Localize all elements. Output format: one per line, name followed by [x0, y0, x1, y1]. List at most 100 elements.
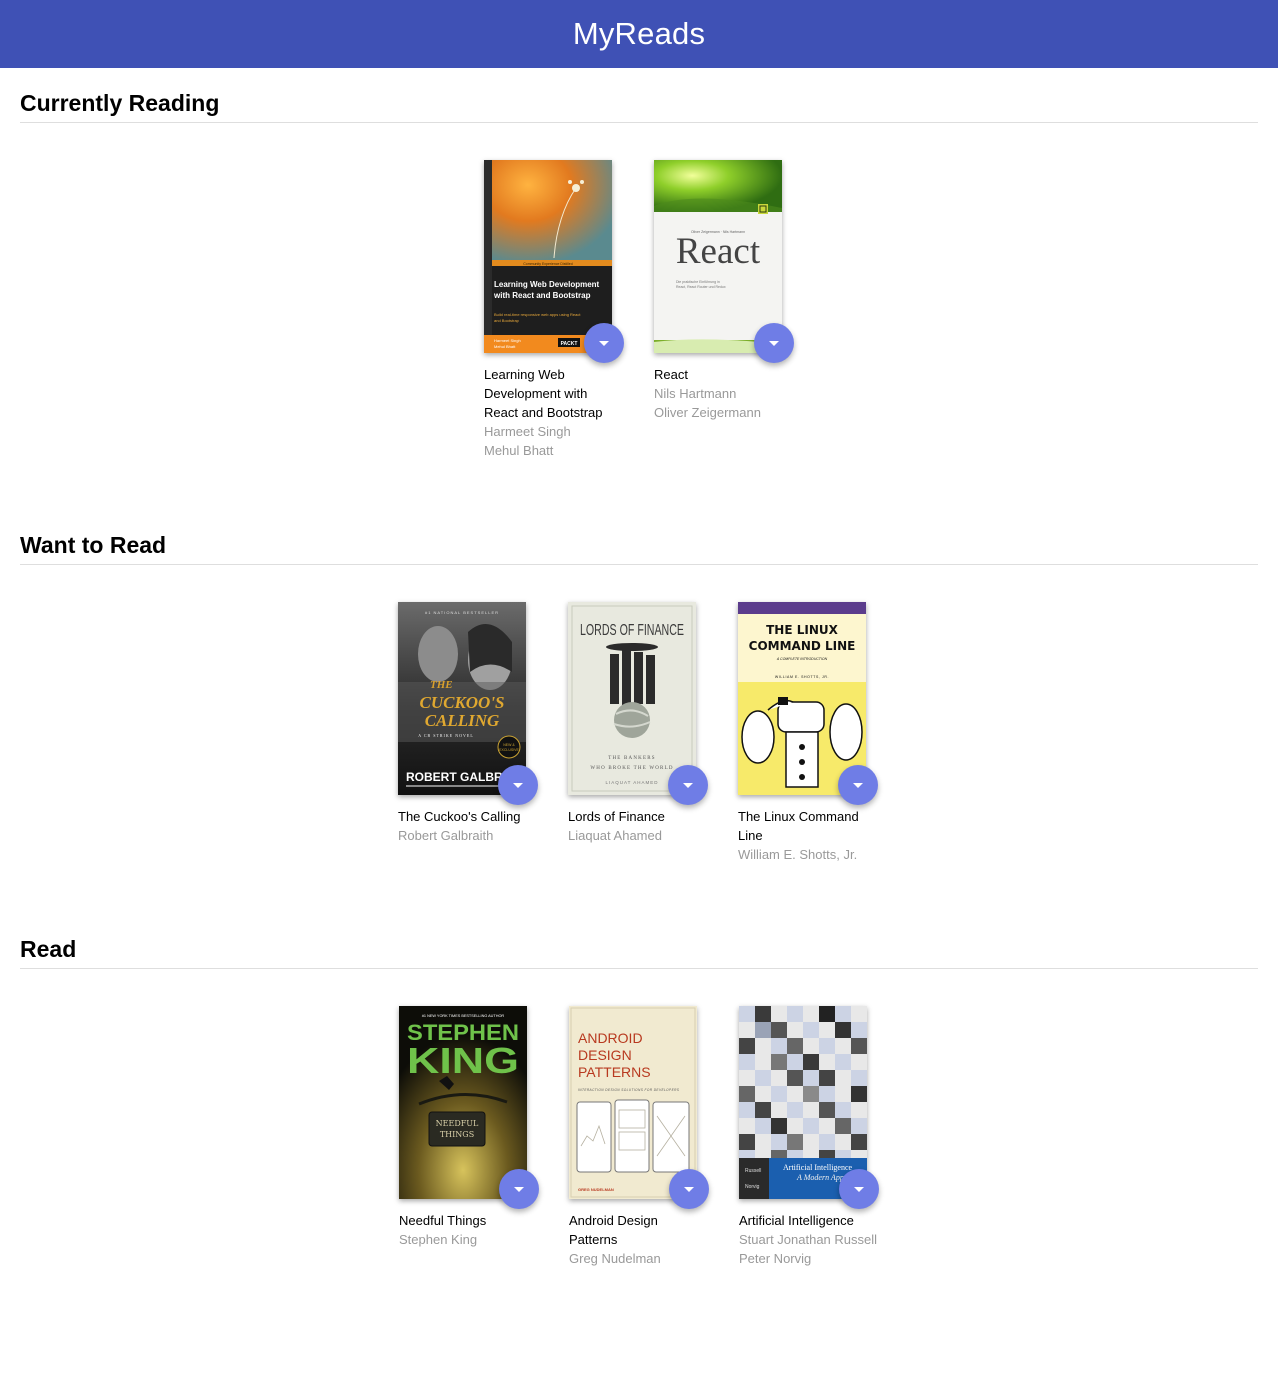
shelf-read: Read #1 NEW YORK TIMES BESTSELLING AUTHO…: [20, 934, 1258, 1266]
book-top: #1 NEW YORK TIMES BESTSELLING AUTHOR STE…: [399, 1006, 539, 1209]
book-title: Android Design Patterns: [569, 1213, 658, 1247]
svg-text:CUCKOO'S: CUCKOO'S: [419, 693, 504, 712]
shelf-changer-button[interactable]: [754, 323, 794, 363]
book-cover-image[interactable]: LORDS OF FINANCE THE BANKERS WHO BROKE T…: [568, 602, 696, 795]
svg-text:ANDROID: ANDROID: [578, 1030, 643, 1046]
book-top: Oliver Zeigermann · Nils Hartmann React …: [654, 160, 794, 363]
arrow-down-icon: [769, 340, 779, 346]
svg-text:EXCLUSIVE: EXCLUSIVE: [499, 748, 519, 752]
shelf-changer-button[interactable]: [839, 1169, 879, 1209]
book-title: The Linux Command Line: [738, 809, 859, 843]
arrow-down-icon: [514, 1186, 524, 1192]
svg-text:#1 NEW YORK TIMES BESTSELLING: #1 NEW YORK TIMES BESTSELLING AUTHOR: [422, 1014, 505, 1018]
svg-text:GREG NUDELMAN: GREG NUDELMAN: [578, 1187, 614, 1192]
svg-text:LIAQUAT AHAMED: LIAQUAT AHAMED: [605, 780, 658, 785]
book-item: #1 NEW YORK TIMES BESTSELLING AUTHOR STE…: [399, 1006, 539, 1249]
svg-text:WHO BROKE THE WORLD: WHO BROKE THE WORLD: [590, 766, 673, 771]
book-cover-image[interactable]: THE LINUX COMMAND LINE A COMPLETE INTROD…: [738, 602, 866, 795]
svg-text:A Modern App: A Modern App: [796, 1173, 844, 1182]
arrow-down-icon: [513, 782, 523, 788]
svg-text:PATTERNS: PATTERNS: [578, 1064, 651, 1080]
book-cover-image[interactable]: Russell Norvig Artificial Intelligence A…: [739, 1006, 867, 1199]
arrow-down-icon: [853, 782, 863, 788]
shelf-currently-reading: Currently Reading Community Experience D…: [20, 88, 1258, 458]
book-author: Nils Hartmann: [654, 386, 737, 401]
svg-text:with React and Bootstrap: with React and Bootstrap: [493, 291, 591, 300]
svg-text:NEEDFUL: NEEDFUL: [436, 1119, 479, 1128]
svg-text:Die praktische Einführung in: Die praktische Einführung in: [676, 280, 720, 284]
svg-text:React, React Router und Redux: React, React Router und Redux: [676, 285, 726, 289]
svg-text:Learning Web Development: Learning Web Development: [494, 280, 600, 289]
svg-text:Artificial Intelligence: Artificial Intelligence: [783, 1163, 853, 1172]
svg-text:and Bootstrap: and Bootstrap: [494, 318, 520, 323]
shelf-changer-button[interactable]: [668, 765, 708, 805]
svg-text:Harmeet Singh: Harmeet Singh: [494, 338, 521, 343]
arrow-down-icon: [854, 1186, 864, 1192]
book-cover-image[interactable]: Community Experience Distilled Learning …: [484, 160, 612, 353]
book-author: Stephen King: [399, 1232, 478, 1247]
book-title: React: [654, 367, 688, 382]
book-item: #1 NATIONAL BESTSELLER THE CUCKOO'S CALL…: [398, 602, 538, 845]
book-top: ANDROID DESIGN PATTERNS INTERACTION DESI…: [569, 1006, 709, 1209]
svg-text:CALLING: CALLING: [425, 711, 500, 730]
app-header: MyReads: [0, 0, 1278, 68]
shelf-changer-button[interactable]: [584, 323, 624, 363]
book-author: Liaquat Ahamed: [568, 828, 662, 843]
book-author: Harmeet Singh: [484, 424, 571, 439]
svg-text:A CB STRIKE NOVEL: A CB STRIKE NOVEL: [418, 733, 474, 738]
book-title: The Cuckoo's Calling: [398, 809, 521, 824]
shelf-title: Currently Reading: [20, 88, 1258, 123]
book-title: Artificial Intelligence: [739, 1213, 854, 1228]
shelf-changer-button[interactable]: [838, 765, 878, 805]
book-author: Greg Nudelman: [569, 1251, 661, 1266]
svg-text:Community Experience Distill: Community Experience Distilled: [523, 262, 572, 266]
arrow-down-icon: [684, 1186, 694, 1192]
svg-text:NEW &: NEW &: [503, 743, 515, 747]
svg-text:COMMAND LINE: COMMAND LINE: [749, 639, 856, 653]
shelf-title: Read: [20, 934, 1258, 969]
book-author: William E. Shotts, Jr.: [738, 847, 858, 862]
book-top: THE LINUX COMMAND LINE A COMPLETE INTROD…: [738, 602, 878, 805]
book-author: Mehul Bhatt: [484, 443, 554, 458]
arrow-down-icon: [683, 782, 693, 788]
book-item: Russell Norvig Artificial Intelligence A…: [739, 1006, 879, 1268]
shelf-changer-button[interactable]: [669, 1169, 709, 1209]
book-item: ANDROID DESIGN PATTERNS INTERACTION DESI…: [569, 1006, 709, 1268]
svg-text:WILLIAM E. SHOTTS, JR.: WILLIAM E. SHOTTS, JR.: [775, 675, 829, 679]
shelf-changer-button[interactable]: [499, 1169, 539, 1209]
book-cover-image[interactable]: Oliver Zeigermann · Nils Hartmann React …: [654, 160, 782, 353]
book-author: Oliver Zeigermann: [654, 405, 761, 420]
book-item: THE LINUX COMMAND LINE A COMPLETE INTROD…: [738, 602, 878, 864]
book-top: #1 NATIONAL BESTSELLER THE CUCKOO'S CALL…: [398, 602, 538, 805]
book-author: Peter Norvig: [739, 1251, 812, 1266]
book-author: Stuart Jonathan Russell: [739, 1232, 878, 1247]
svg-text:Build real-time responsive web: Build real-time responsive web apps usin…: [494, 312, 581, 317]
shelf-title: Want to Read: [20, 530, 1258, 565]
shelf-changer-button[interactable]: [498, 765, 538, 805]
book-item: LORDS OF FINANCE THE BANKERS WHO BROKE T…: [568, 602, 708, 845]
app-title: MyReads: [572, 16, 706, 51]
book-cover-image[interactable]: ANDROID DESIGN PATTERNS INTERACTION DESI…: [569, 1006, 697, 1199]
svg-text:Mehul Bhatt: Mehul Bhatt: [494, 344, 516, 349]
book-item: Community Experience Distilled Learning …: [484, 160, 624, 460]
book-item: Oliver Zeigermann · Nils Hartmann React …: [654, 160, 794, 422]
book-title: Needful Things: [399, 1213, 487, 1228]
book-cover-image[interactable]: #1 NEW YORK TIMES BESTSELLING AUTHOR STE…: [399, 1006, 527, 1199]
arrow-down-icon: [599, 340, 609, 346]
book-top: Russell Norvig Artificial Intelligence A…: [739, 1006, 879, 1209]
svg-text:THE BANKERS: THE BANKERS: [608, 756, 656, 761]
book-title: Lords of Finance: [568, 809, 665, 824]
svg-text:THE LINUX: THE LINUX: [766, 623, 839, 637]
book-top: Community Experience Distilled Learning …: [484, 160, 624, 363]
svg-text:Russell: Russell: [745, 1168, 761, 1174]
book-title: Learning Web Development with React and …: [484, 367, 603, 420]
svg-text:Norvig: Norvig: [745, 1184, 760, 1190]
book-cover-image[interactable]: #1 NATIONAL BESTSELLER THE CUCKOO'S CALL…: [398, 602, 526, 795]
svg-text:LORDS OF FINANCE: LORDS OF FINANCE: [580, 622, 684, 639]
book-top: LORDS OF FINANCE THE BANKERS WHO BROKE T…: [568, 602, 708, 805]
book-author: Robert Galbraith: [398, 828, 494, 843]
svg-text:THINGS: THINGS: [440, 1130, 474, 1139]
shelf-want-to-read: Want to Read #1 NATIONAL BESTSELLER THE …: [20, 530, 1258, 862]
svg-text:PACKT: PACKT: [561, 341, 578, 347]
svg-text:#1 NATIONAL BESTSELLER: #1 NATIONAL BESTSELLER: [425, 610, 499, 615]
